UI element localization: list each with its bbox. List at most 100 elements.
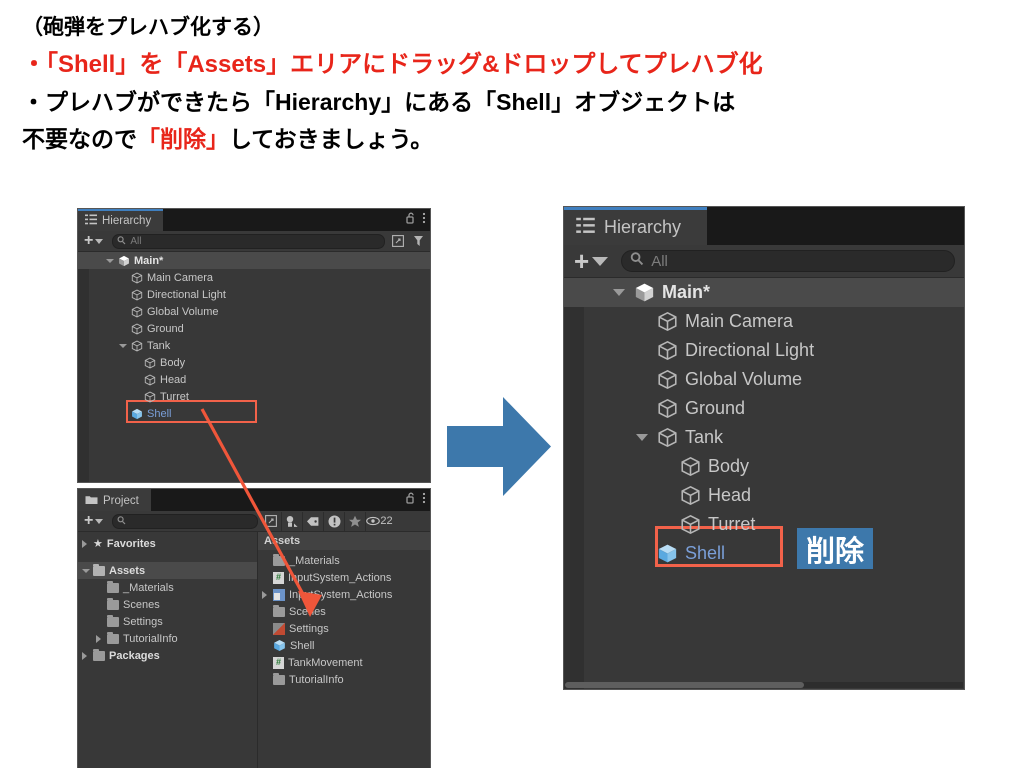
add-gameobject-button[interactable]: + [574, 248, 589, 274]
left-hierarchy-search-input[interactable]: All [112, 232, 385, 250]
instruction-line-4-emphasis: 「削除」 [137, 126, 229, 152]
hierarchy-row-label: Ground [147, 322, 184, 335]
hierarchy-row-ground[interactable]: Ground [78, 320, 430, 337]
tab-project[interactable]: Project [78, 489, 151, 511]
hierarchy-row-label: Global Volume [147, 305, 219, 318]
left-project-tab-actions [406, 489, 426, 511]
gameobject-cube-icon [131, 306, 143, 318]
gameobject-cube-icon [131, 289, 143, 301]
right-hierarchy-search-input[interactable]: All [621, 250, 955, 272]
hierarchy-row-head[interactable]: Head [564, 481, 964, 510]
hierarchy-row-shell[interactable]: Shell [564, 539, 964, 568]
gameobject-cube-icon [131, 272, 143, 284]
expand-triangle-icon[interactable] [636, 434, 657, 441]
hierarchy-row-label: Directional Light [685, 340, 815, 360]
hierarchy-row-directional-light[interactable]: Directional Light [78, 286, 430, 303]
hierarchy-row-label: Main* [662, 282, 711, 302]
gameobject-cube-icon [657, 427, 678, 448]
collapse-triangle-icon[interactable] [82, 539, 93, 548]
asset-row-tutorialinfo[interactable]: TutorialInfo [258, 671, 430, 688]
gameobject-cube-icon [680, 456, 701, 477]
create-dropdown-icon[interactable] [95, 518, 104, 524]
hierarchy-row-global-volume[interactable]: Global Volume [78, 303, 430, 320]
scrollbar-thumb[interactable] [565, 682, 804, 688]
expand-triangle-icon[interactable] [613, 289, 634, 296]
slide-root: （砲弾をプレハブ化する） ・「Shell」を「Assets」エリアにドラッグ&ド… [0, 0, 1024, 768]
instruction-line-4-part-a: 不要なので [22, 126, 137, 152]
horizontal-scrollbar[interactable] [565, 682, 963, 688]
hierarchy-row-global-volume[interactable]: Global Volume [564, 365, 964, 394]
gameobject-cube-icon [657, 398, 678, 419]
lock-open-icon[interactable] [406, 211, 416, 229]
hierarchy-row-main-camera[interactable]: Main Camera [78, 269, 430, 286]
hierarchy-filter-icon[interactable] [408, 232, 428, 251]
prefab-cube-icon [131, 408, 143, 420]
gameobject-cube-icon [680, 514, 701, 535]
hierarchy-icon [576, 217, 595, 239]
tab-hierarchy-left[interactable]: Hierarchy [78, 209, 164, 231]
expand-triangle-icon[interactable] [119, 343, 131, 348]
right-hierarchy-tree[interactable]: Main* Main Camera Directional Light Global … [564, 278, 964, 689]
instruction-line-3: ・プレハブができたら「Hierarchy」にある「Shell」オブジェクトは [22, 89, 736, 115]
hierarchy-row-main-[interactable]: Main* [564, 278, 964, 307]
kebab-menu-icon[interactable] [422, 491, 426, 509]
hierarchy-row-tank[interactable]: Tank [78, 337, 430, 354]
add-gameobject-button[interactable]: + [84, 232, 93, 250]
gameobject-cube-icon [144, 391, 156, 403]
project-tree-label: _Materials [123, 581, 174, 594]
hierarchy-row-body[interactable]: Body [78, 354, 430, 371]
hierarchy-row-main-[interactable]: Main* [78, 252, 430, 269]
folder-icon [93, 648, 105, 661]
unity-scene-icon [118, 255, 130, 267]
step-arrow-right-icon [447, 397, 551, 496]
expand-triangle-icon[interactable] [106, 258, 118, 263]
kebab-menu-icon[interactable] [422, 211, 426, 229]
gameobject-cube-icon [144, 374, 156, 386]
project-tree-label: Packages [109, 649, 160, 662]
expand-triangle-icon[interactable] [82, 568, 93, 573]
hierarchy-row-turret[interactable]: Turret [78, 388, 430, 405]
search-icon [630, 251, 644, 271]
add-dropdown-icon[interactable] [592, 256, 609, 266]
hierarchy-row-directional-light[interactable]: Directional Light [564, 336, 964, 365]
hierarchy-row-main-camera[interactable]: Main Camera [564, 307, 964, 336]
tab-hierarchy-left-label: Hierarchy [102, 215, 152, 227]
favorite-star-icon: ★ [93, 538, 103, 550]
hierarchy-row-shell[interactable]: Shell [78, 405, 430, 422]
asset-row-label: TutorialInfo [289, 673, 344, 686]
gameobject-cube-icon [680, 485, 701, 506]
hierarchy-row-label: Shell [685, 543, 726, 563]
hierarchy-row-label: Head [160, 373, 187, 386]
folder-icon [107, 614, 119, 627]
folder-open-icon [93, 563, 105, 576]
hierarchy-row-ground[interactable]: Ground [564, 394, 964, 423]
hierarchy-row-label: Main Camera [147, 271, 214, 284]
add-dropdown-icon[interactable] [95, 238, 104, 244]
gameobject-cube-icon [131, 323, 143, 335]
lock-open-icon[interactable] [406, 491, 416, 509]
hierarchy-row-label: Turret [708, 514, 756, 534]
search-scope-icon[interactable] [388, 232, 408, 251]
tab-hierarchy-right[interactable]: Hierarchy [564, 207, 708, 245]
left-hierarchy-tabstrip: Hierarchy [78, 209, 430, 231]
search-icon [117, 232, 126, 250]
hierarchy-row-tank[interactable]: Tank [564, 423, 964, 452]
project-tree-label: Settings [123, 615, 163, 628]
hierarchy-row-turret[interactable]: Turret [564, 510, 964, 539]
hierarchy-row-label: Tank [685, 427, 724, 447]
collapse-triangle-icon[interactable] [82, 651, 93, 660]
gameobject-cube-icon [657, 340, 678, 361]
create-asset-button[interactable]: + [84, 512, 93, 530]
gameobject-cube-icon [144, 357, 156, 369]
hierarchy-row-label: Directional Light [147, 288, 226, 301]
hierarchy-row-body[interactable]: Body [564, 452, 964, 481]
hierarchy-row-head[interactable]: Head [78, 371, 430, 388]
hierarchy-row-label: Body [708, 456, 750, 476]
gameobject-cube-icon [657, 369, 678, 390]
collapse-triangle-icon[interactable] [96, 634, 107, 643]
visibility-eye-icon[interactable] [366, 512, 381, 531]
unity-scene-icon [634, 282, 655, 303]
hierarchy-row-label: Body [160, 356, 186, 369]
hierarchy-row-label: Main Camera [685, 311, 794, 331]
gameobject-cube-icon [131, 340, 143, 352]
